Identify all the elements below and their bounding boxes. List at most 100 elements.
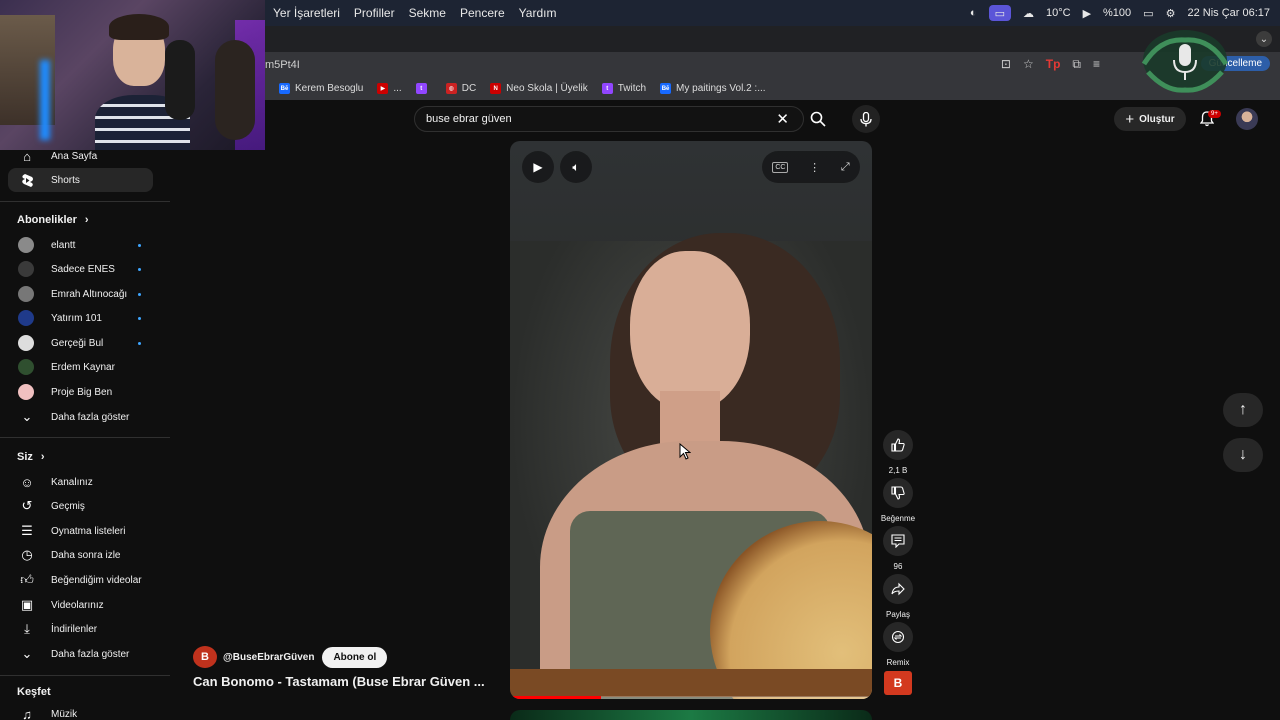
sidebar-item-your-videos[interactable]: ▣ Videolarınız	[8, 593, 153, 617]
volume-icon: 🔈︎	[572, 159, 580, 174]
create-button[interactable]: + Oluştur	[1114, 107, 1186, 131]
extensions-icon[interactable]: ⧉	[1072, 57, 1081, 72]
install-app-icon[interactable]: ⊡	[1001, 57, 1011, 72]
thumbs-up-icon	[883, 430, 913, 460]
sidebar-item-history[interactable]: ↺ Geçmiş	[8, 494, 153, 518]
volume-button[interactable]: 🔈︎	[560, 151, 592, 183]
sidebar-item-shorts[interactable]: Shorts	[8, 168, 153, 192]
channel-avatar[interactable]: B	[193, 646, 217, 668]
bookmark-label: My paitings Vol.2 :...	[676, 83, 766, 94]
voice-search-button[interactable]	[852, 105, 880, 133]
bookmark-star-icon[interactable]: ☆	[1023, 57, 1034, 72]
sidebar-item-label: Daha sonra izle	[51, 549, 121, 561]
sidebar-item-subscription[interactable]: Proje Big Ben	[8, 380, 153, 404]
liked-icon: 👍︎	[20, 572, 34, 587]
search-input[interactable]: buse ebrar güven ✕	[414, 106, 804, 132]
sidebar-item-subscription[interactable]: elantt	[8, 233, 153, 257]
bookmark-item[interactable]: N Neo Skola | Üyelik	[490, 83, 588, 94]
guide-sidebar: ⌂ Ana Sayfa Shorts Abonelikler › elantt …	[0, 140, 170, 720]
sidebar-item-label: Daha fazla göster	[51, 648, 130, 660]
history-icon: ↺	[21, 498, 33, 513]
sidebar-item-subscription[interactable]: Yatırım 101	[8, 306, 153, 330]
bookmark-item[interactable]: ▶...	[377, 83, 402, 94]
remix-button[interactable]: Remix	[878, 622, 918, 667]
sidebar-item-music[interactable]: ♫ Müzik	[8, 702, 153, 720]
sidebar-item-subscription[interactable]: Emrah Altınocağı	[8, 282, 153, 306]
playlist-icon: ☰	[21, 523, 33, 538]
like-count: 2,1 B	[888, 466, 908, 475]
screen-record-icon[interactable]: ▭	[988, 5, 1011, 21]
sidebar-show-more[interactable]: ⌄ Daha fazla göster	[8, 642, 153, 666]
menu-tab[interactable]: Sekme	[409, 6, 446, 20]
channel-name[interactable]: @BuseEbrarGüven	[223, 652, 314, 663]
you-heading[interactable]: Siz ›	[17, 451, 45, 463]
tab-search-chevron-icon[interactable]: ⌄	[1256, 31, 1272, 47]
avatar	[18, 359, 34, 375]
like-button[interactable]: 2,1 B	[878, 430, 918, 475]
bookmark-item[interactable]: Bē Kerem Besoglu	[279, 83, 363, 94]
bookmark-label: ...	[393, 83, 402, 94]
thumbs-down-icon	[883, 478, 913, 508]
bookmark-item[interactable]: t	[415, 83, 432, 94]
weather-icon[interactable]: ☁	[1023, 7, 1034, 20]
menu-window[interactable]: Pencere	[460, 6, 505, 20]
share-button[interactable]: Paylaş	[878, 574, 918, 619]
chevron-right-icon: ›	[40, 451, 45, 463]
sidebar-item-label: Beğendiğim videolar	[51, 574, 142, 586]
captions-icon[interactable]: CC	[772, 161, 789, 173]
menu-profiles[interactable]: Profiller	[354, 6, 395, 20]
more-options-icon[interactable]: ⋮	[809, 161, 820, 174]
sidebar-item-downloads[interactable]: ⤓ İndirilenler	[8, 617, 153, 641]
bookmark-item[interactable]: Bē My paitings Vol.2 :...	[660, 83, 766, 94]
sidebar-item-your-channel[interactable]: ☺ Kanalınız	[8, 470, 153, 494]
menu-bookmarks[interactable]: Yer İşaretleri	[273, 6, 340, 20]
bookmark-label: Kerem Besoglu	[295, 83, 364, 94]
app-menus: Yer İşaretleri Profiller Sekme Pencere Y…	[273, 6, 556, 20]
search-icon	[810, 111, 826, 127]
explore-heading: Keşfet	[17, 686, 51, 698]
address-bar-url[interactable]: m5Pt4I	[265, 59, 300, 71]
next-short-preview[interactable]	[510, 710, 872, 720]
player-controls: CC ⋮ ⤢	[762, 151, 860, 183]
home-icon: ⌂	[23, 148, 31, 164]
previous-short-button[interactable]: ↑	[1223, 393, 1263, 427]
fullscreen-icon[interactable]: ⤢	[841, 161, 850, 174]
sidebar-item-label: Gerçeği Bul	[51, 337, 104, 349]
notification-badge: 9+	[1208, 110, 1221, 118]
close-icon[interactable]: ✕	[776, 110, 789, 128]
comment-icon	[883, 526, 913, 556]
dislike-button[interactable]: Beğenme	[878, 478, 918, 523]
control-icon[interactable]: ◐	[970, 7, 977, 19]
twitch-icon: t	[415, 83, 427, 94]
behance-icon: Bē	[279, 83, 290, 94]
menu-help[interactable]: Yardım	[519, 6, 557, 20]
sidebar-show-more[interactable]: ⌄ Daha fazla göster	[8, 405, 153, 429]
shorts-player[interactable]: ▶ 🔈︎ CC ⋮ ⤢	[510, 141, 872, 699]
short-title[interactable]: Can Bonomo - Tastamam (Buse Ebrar Güven …	[193, 674, 498, 689]
video-progress-bar[interactable]	[510, 696, 872, 699]
search-button[interactable]	[803, 106, 833, 132]
comments-button[interactable]: 96	[878, 526, 918, 571]
play-button[interactable]: ▶	[522, 151, 554, 183]
subscribe-button[interactable]: Abone ol	[322, 646, 388, 668]
sidebar-item-watch-later[interactable]: ◷ Daha sonra izle	[8, 543, 153, 567]
extension-tp-icon[interactable]: Tp	[1046, 57, 1061, 72]
bookmark-item[interactable]: t Twitch	[601, 83, 646, 94]
new-content-dot	[138, 267, 141, 271]
bookmark-label: Neo Skola | Üyelik	[506, 83, 588, 94]
next-short-button[interactable]: ↓	[1223, 438, 1263, 472]
avatar	[18, 335, 34, 351]
reading-list-icon[interactable]: ≡	[1093, 57, 1100, 72]
sidebar-item-subscription[interactable]: Sadece ENES	[8, 257, 153, 281]
play-status-icon[interactable]: ▶	[1083, 7, 1091, 20]
chevron-right-icon: ›	[84, 214, 89, 226]
guitar-neck-image	[510, 669, 872, 697]
subscriptions-heading[interactable]: Abonelikler ›	[17, 214, 89, 226]
sidebar-item-playlists[interactable]: ☰ Oynatma listeleri	[8, 519, 153, 543]
sidebar-item-subscription[interactable]: Erdem Kaynar	[8, 355, 153, 379]
channel-thumbnail-button[interactable]: B	[878, 671, 918, 695]
sidebar-item-liked-videos[interactable]: 👍︎ Beğendiğim videolar	[8, 568, 153, 592]
bookmark-item[interactable]: ◍ DC	[445, 83, 476, 94]
account-avatar[interactable]	[1236, 108, 1258, 130]
sidebar-item-subscription[interactable]: Gerçeği Bul	[8, 331, 153, 355]
